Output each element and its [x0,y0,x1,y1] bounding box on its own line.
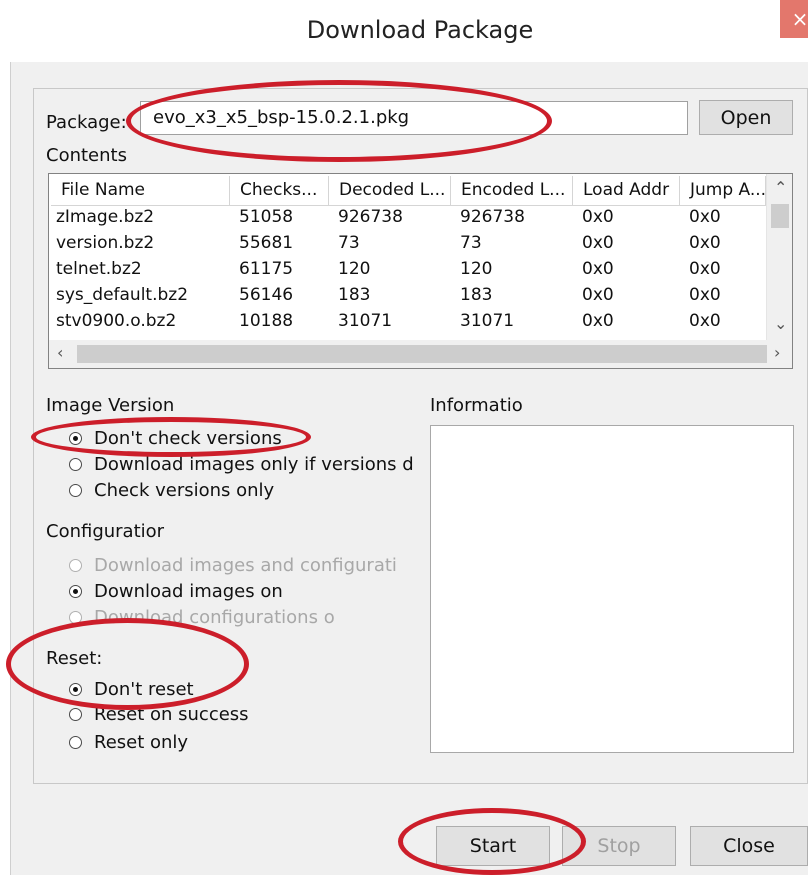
horizontal-scrollbar[interactable]: ‹ › [49,340,792,368]
cell-file-name: telnet.bz2 [56,259,142,279]
cell-jump-addr: 0x0 [689,285,721,305]
column-header-decoded-length[interactable]: Decoded L... [329,176,451,206]
radio-selected-icon [69,683,82,696]
cell-checksum: 51058 [239,207,294,227]
cell-load-addr: 0x0 [582,285,614,305]
column-header-file-name[interactable]: File Name [51,176,230,206]
cell-encoded-length: 31071 [460,311,515,331]
scroll-down-icon[interactable]: ⌄ [774,314,787,333]
radio-download-images-only[interactable]: Download images on [69,581,283,602]
radio-label: Download images on [94,581,283,602]
cell-load-addr: 0x0 [582,207,614,227]
cell-load-addr: 0x0 [582,233,614,253]
cell-load-addr: 0x0 [582,311,614,331]
radio-reset-on-success[interactable]: Reset on success [69,704,249,725]
cell-jump-addr: 0x0 [689,311,721,331]
scroll-left-icon[interactable]: ‹ [57,343,63,362]
column-header-checksum[interactable]: Checks... [230,176,329,206]
cell-decoded-length: 183 [338,285,371,305]
cell-jump-addr: 0x0 [689,259,721,279]
radio-download-images-and-config: Download images and configurati [69,555,397,576]
cell-checksum: 56146 [239,285,294,305]
scroll-up-icon[interactable]: ⌃ [774,178,787,197]
cell-decoded-length: 926738 [338,207,403,227]
vertical-scrollbar[interactable]: ⌃ ⌄ [766,174,792,340]
radio-unselected-icon [69,458,82,471]
radio-unselected-icon [69,736,82,749]
scroll-right-icon[interactable]: › [774,343,780,362]
radio-check-versions-only[interactable]: Check versions only [69,480,274,501]
cell-encoded-length: 120 [460,259,493,279]
cell-jump-addr: 0x0 [689,207,721,227]
radio-dont-reset[interactable]: Don't reset [69,679,194,700]
radio-label: Don't check versions [94,428,282,449]
package-label: Package: [46,112,127,133]
vertical-scroll-thumb[interactable] [771,204,789,228]
title-bar: Download Package × [0,0,808,62]
radio-label: Download images and configurati [94,555,397,576]
reset-label: Reset: [46,648,103,669]
cell-load-addr: 0x0 [582,259,614,279]
information-box[interactable] [430,425,794,753]
cell-file-name: sys_default.bz2 [56,285,189,305]
window-title: Download Package [306,16,534,44]
radio-unselected-icon [69,559,82,572]
radio-reset-only[interactable]: Reset only [69,732,188,753]
cell-decoded-length: 31071 [338,311,393,331]
cell-encoded-length: 926738 [460,207,525,227]
radio-label: Check versions only [94,480,275,501]
contents-label: Contents [46,145,127,166]
column-header-encoded-length[interactable]: Encoded L... [451,176,573,206]
radio-dont-check-versions[interactable]: Don't check versions [69,428,282,449]
radio-label: Reset on success [94,704,249,725]
radio-label: Reset only [94,732,189,753]
radio-unselected-icon [69,484,82,497]
radio-selected-icon [69,585,82,598]
radio-label: Download images only if versions d [94,454,414,475]
close-button[interactable]: Close [690,826,808,866]
cell-decoded-length: 120 [338,259,371,279]
configuration-label: Configuratior [46,521,165,542]
radio-label: Don't reset [94,679,194,700]
radio-unselected-icon [69,611,82,624]
information-label: Informatio [430,395,523,416]
column-header-load-addr[interactable]: Load Addr [573,176,680,206]
close-icon[interactable]: × [780,0,808,38]
cell-file-name: zImage.bz2 [56,207,155,227]
cell-checksum: 55681 [239,233,294,253]
image-version-label: Image Version [46,395,175,416]
cell-encoded-length: 183 [460,285,493,305]
radio-download-configurations-only: Download configurations o [69,607,335,628]
radio-label: Download configurations o [94,607,335,628]
cell-file-name: version.bz2 [56,233,155,253]
horizontal-scroll-thumb[interactable] [77,345,767,363]
start-button[interactable]: Start [436,826,550,866]
cell-encoded-length: 73 [460,233,482,253]
package-input[interactable]: evo_x3_x5_bsp-15.0.2.1.pkg [140,101,688,135]
cell-file-name: stv0900.o.bz2 [56,311,177,331]
cell-checksum: 61175 [239,259,294,279]
cell-jump-addr: 0x0 [689,233,721,253]
cell-decoded-length: 73 [338,233,360,253]
cell-checksum: 10188 [239,311,294,331]
stop-button: Stop [562,826,676,866]
radio-unselected-icon [69,708,82,721]
column-header-jump-addr[interactable]: Jump A... [680,176,766,206]
radio-download-if-versions-differ[interactable]: Download images only if versions d [69,454,414,475]
open-button[interactable]: Open [699,100,793,135]
radio-selected-icon [69,432,82,445]
contents-list[interactable]: File Name Checks... Decoded L... Encoded… [48,173,793,369]
